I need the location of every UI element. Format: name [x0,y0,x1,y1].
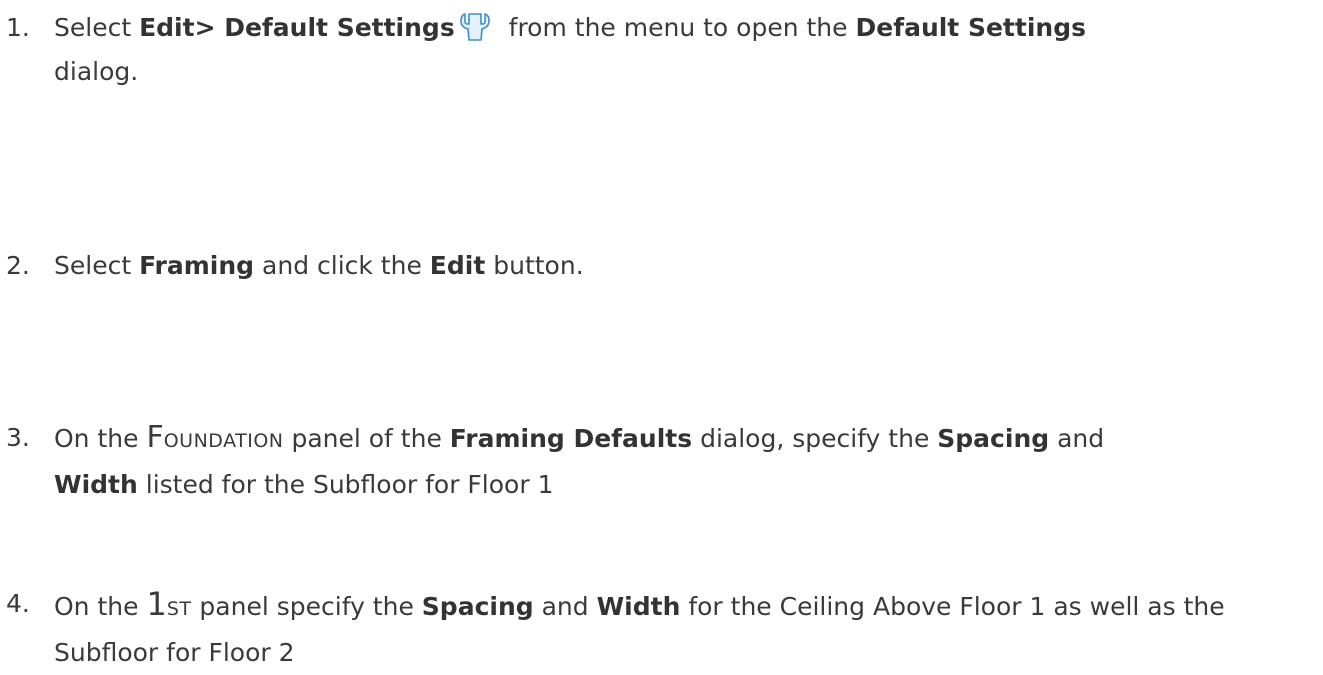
step-number: 4. [6,589,30,618]
menu-path: Edit> Default Settings [139,13,455,42]
step-number: 1. [6,13,30,42]
category-name: Framing [139,251,255,280]
step-number: 3. [6,423,30,452]
panel-name: FOUNDATION [146,420,284,455]
step-text: Select Framing and click the Edit button… [54,251,584,280]
step-1: 1. Select Edit> Default Settings from th… [0,6,1323,94]
step-text: On the 1ST panel specify the Spacing and… [54,585,1225,667]
dialog-name: Framing Defaults [449,424,693,453]
step-4: 4. On the 1ST panel specify the Spacing … [0,582,1323,675]
field-spacing: Spacing [421,592,534,621]
field-width: Width [54,470,138,499]
step-text: Select Edit> Default Settings from the m… [54,12,1086,86]
dialog-name: Default Settings [855,13,1086,42]
wrench-icon [459,12,491,42]
step-2: 2. Select Framing and click the Edit but… [0,244,1323,288]
button-name: Edit [429,251,486,280]
step-text: On the FOUNDATION panel of the Framing D… [54,420,1105,499]
field-spacing: Spacing [937,424,1050,453]
step-3: 3. On the FOUNDATION panel of the Framin… [0,416,1323,507]
panel-name: 1ST [146,585,192,623]
field-width: Width [596,592,681,621]
step-number: 2. [6,251,30,280]
